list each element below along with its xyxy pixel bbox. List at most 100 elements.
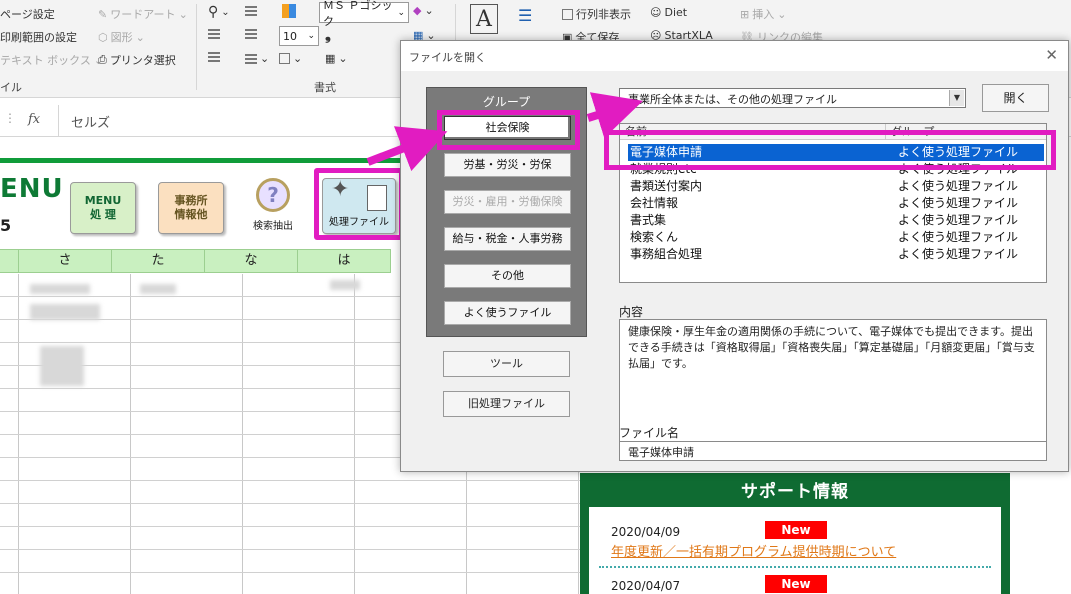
- file-group: よく使う処理ファイル: [898, 179, 1019, 193]
- category-select-value: 事業所全体または、その他の処理ファイル: [628, 93, 837, 106]
- eraser-icon: ◆: [413, 4, 422, 17]
- column-header: た: [112, 250, 205, 272]
- text-style-button[interactable]: A: [470, 4, 498, 34]
- shape-icon: ⬡: [98, 30, 108, 44]
- office-info-button[interactable]: 事務所 情報他: [158, 182, 224, 234]
- font-name-select[interactable]: ＭＳ Ｐゴシック ⌄: [319, 0, 409, 28]
- group-button-payroll[interactable]: 給与・税金・人事労務: [444, 227, 571, 251]
- open-file-dialog: ファイルを開く ✕ グループ 社会保険 労基・労災・労保 労災・雇用・労働保険 …: [400, 40, 1069, 472]
- content-label: 内容: [619, 305, 644, 319]
- wordart-button[interactable]: ✎ ワードアート ⌄: [98, 6, 188, 22]
- file-row[interactable]: 事務組合処理 よく使う処理ファイル: [628, 246, 1044, 263]
- toggle-columns-button[interactable]: 行列非表示: [562, 6, 631, 22]
- color-grid-button[interactable]: [282, 4, 296, 18]
- tools-button[interactable]: ツール: [443, 351, 570, 377]
- page-setup-button[interactable]: ページ設定: [0, 6, 55, 22]
- file-row[interactable]: 会社情報 よく使う処理ファイル: [628, 195, 1044, 212]
- content-description: 健康保険・厚生年金の適用関係の手続について、電子媒体でも提出できます。提出できる…: [619, 319, 1047, 445]
- chevron-down-icon: ⌄: [338, 52, 348, 65]
- comma-button[interactable]: ❟: [325, 26, 331, 44]
- justify-icon: [208, 52, 220, 62]
- close-icon[interactable]: ✕: [1045, 46, 1058, 64]
- open-button[interactable]: 開く: [982, 84, 1049, 112]
- group-button-labor[interactable]: 労基・労災・労保: [444, 153, 571, 177]
- indent-button[interactable]: [245, 29, 257, 39]
- blurred-cell: [30, 284, 90, 294]
- file-name: 事務組合処理: [630, 247, 703, 261]
- file-name: 検索くん: [630, 230, 679, 244]
- smiley-icon: ☺: [650, 6, 662, 19]
- news-link[interactable]: 年度更新／一括有期プログラム提供時期について: [611, 541, 896, 560]
- outdent-button[interactable]: ⌄: [245, 52, 269, 65]
- align-button[interactable]: [245, 6, 257, 16]
- file-row[interactable]: 検索くん よく使う処理ファイル: [628, 229, 1044, 246]
- outdent-icon: [245, 53, 257, 64]
- file-group: よく使う処理ファイル: [898, 196, 1019, 210]
- news-date: 2020/04/07: [611, 579, 681, 593]
- chevron-down-icon: ⌄: [424, 4, 434, 17]
- printer-select-label: プリンタ選択: [109, 54, 176, 67]
- insert-icon: ⊞: [740, 7, 750, 21]
- file-name: 書類送付案内: [630, 179, 703, 193]
- blurred-cell: [40, 346, 84, 386]
- chevron-down-icon: ⌄: [397, 7, 405, 18]
- file-group: よく使う処理ファイル: [898, 247, 1019, 261]
- group-button-employment[interactable]: 労災・雇用・労働保険: [444, 190, 571, 214]
- chevron-down-icon[interactable]: ▼: [949, 90, 964, 106]
- file-row[interactable]: 書式集 よく使う処理ファイル: [628, 212, 1044, 229]
- insert-button[interactable]: ⊞ 挿入 ⌄: [740, 6, 786, 22]
- magnifier-question-icon: ?: [256, 178, 290, 212]
- dialog-titlebar: ファイルを開く ✕: [401, 41, 1068, 71]
- search-extract-button[interactable]: ? 検索抽出: [240, 178, 306, 234]
- filename-field[interactable]: 電子媒体申請: [619, 441, 1047, 461]
- letter-a-icon: A: [476, 6, 492, 32]
- menu-subtitle: 5: [0, 216, 12, 235]
- category-select[interactable]: 事業所全体または、その他の処理ファイル ▼: [619, 88, 966, 108]
- file-name: 書式集: [630, 213, 667, 227]
- text-box-button[interactable]: テキスト ボックス ⌄: [0, 52, 103, 68]
- ribbon-group-label-format: 書式: [314, 81, 336, 94]
- clear-format-button[interactable]: ◆ ⌄: [413, 4, 434, 17]
- legacy-files-button[interactable]: 旧処理ファイル: [443, 391, 570, 417]
- shape-label: 図形: [110, 31, 133, 44]
- group-button-frequent[interactable]: よく使うファイル: [444, 301, 571, 325]
- search-button[interactable]: ⚲ ⌄: [208, 4, 230, 20]
- news-divider: [599, 566, 991, 568]
- chevron-down-icon: ⌄: [260, 52, 270, 65]
- fx-icon[interactable]: fx: [28, 112, 40, 127]
- border-button[interactable]: ⌄: [279, 52, 302, 65]
- highlight-social-insurance: [437, 110, 580, 150]
- diet-button[interactable]: ☺ Diet: [650, 6, 687, 19]
- cell-grid-icon: ▦: [325, 52, 336, 65]
- menu-process-button[interactable]: MENU 処 理: [70, 182, 136, 234]
- toggle-columns-label: 行列非表示: [576, 8, 631, 21]
- wordart-label: ワードアート: [110, 8, 176, 21]
- chevron-down-icon: ⌄: [293, 52, 303, 65]
- blurred-cell: [330, 280, 360, 290]
- align-left-button[interactable]: [208, 29, 220, 39]
- cell-grid-button[interactable]: ▦ ⌄: [325, 52, 348, 65]
- chevron-down-icon: ⌄: [178, 7, 188, 21]
- file-group: よく使う処理ファイル: [898, 230, 1019, 244]
- printer-icon: ⎙: [98, 53, 107, 66]
- blurred-cell: [140, 284, 176, 294]
- shape-button[interactable]: ⬡ 図形 ⌄: [98, 29, 145, 45]
- printer-select-button[interactable]: ⎙ プリンタ選択: [98, 52, 176, 68]
- file-group: よく使う処理ファイル: [898, 213, 1019, 227]
- list-button[interactable]: ☰: [518, 6, 532, 25]
- font-size-select[interactable]: 10 ⌄: [279, 26, 319, 46]
- news-date: 2020/04/09: [611, 525, 681, 539]
- blurred-cell: [30, 304, 100, 320]
- font-size-value: 10: [283, 29, 297, 43]
- justify-button[interactable]: [208, 52, 220, 62]
- formula-input[interactable]: セルズ: [58, 105, 400, 137]
- font-name-value: ＭＳ Ｐゴシック: [323, 0, 393, 28]
- chevron-down-icon: ⌄: [307, 31, 315, 41]
- menu-green-bar: [0, 158, 400, 163]
- support-info-title: サポート情報: [580, 473, 1010, 507]
- chevron-down-icon: ⌄: [221, 6, 230, 18]
- filename-label: ファイル名: [619, 426, 680, 440]
- group-button-other[interactable]: その他: [444, 264, 571, 288]
- print-area-button[interactable]: 印刷範囲の設定: [0, 29, 77, 45]
- file-row[interactable]: 書類送付案内 よく使う処理ファイル: [628, 178, 1044, 195]
